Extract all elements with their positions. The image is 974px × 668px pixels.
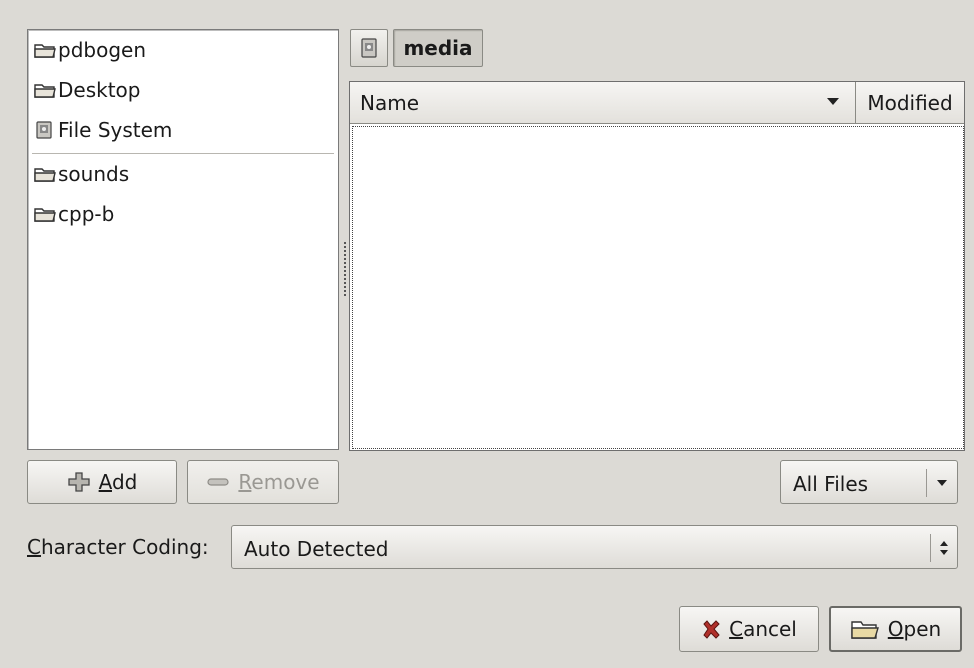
- drive-icon: [34, 121, 56, 139]
- chevron-down-icon: [937, 480, 947, 486]
- path-bar-button-media[interactable]: media: [393, 29, 483, 67]
- column-header-label: Modified: [867, 90, 953, 115]
- cancel-x-icon: [701, 619, 721, 639]
- file-filter-value: All Files: [793, 472, 869, 496]
- character-coding-label: Character Coding:: [27, 535, 209, 559]
- remove-bookmark-button[interactable]: Remove: [187, 460, 339, 504]
- plus-icon: [67, 471, 91, 493]
- place-item-desktop[interactable]: Desktop: [34, 72, 334, 108]
- places-separator: [32, 153, 334, 154]
- pane-resize-handle[interactable]: [341, 240, 349, 300]
- combo-separator: [930, 534, 931, 562]
- folder-icon: [34, 205, 56, 223]
- sort-descending-icon: [827, 98, 839, 105]
- add-bookmark-button[interactable]: Add: [27, 460, 177, 504]
- character-coding-value: Auto Detected: [244, 537, 389, 561]
- character-coding-select[interactable]: Auto Detected: [231, 525, 958, 569]
- folder-icon: [34, 81, 56, 99]
- places-sidebar: pdbogen Desktop File System sounds cpp-b: [27, 29, 339, 450]
- path-bar-toggle-button[interactable]: [350, 29, 388, 67]
- place-item-pdbogen[interactable]: pdbogen: [34, 32, 334, 68]
- place-label: cpp-b: [58, 202, 115, 226]
- file-filter-select[interactable]: All Files: [780, 460, 958, 504]
- cancel-button[interactable]: Cancel: [679, 606, 819, 652]
- folder-icon: [34, 165, 56, 183]
- column-header-modified[interactable]: Modified: [856, 82, 964, 124]
- cancel-button-label: Cancel: [729, 617, 797, 641]
- place-label: Desktop: [58, 78, 141, 102]
- place-item-cpp-b[interactable]: cpp-b: [34, 196, 334, 232]
- place-label: File System: [58, 118, 173, 142]
- place-label: pdbogen: [58, 38, 146, 62]
- up-down-arrows-icon: [939, 539, 949, 557]
- place-label: sounds: [58, 162, 130, 186]
- drive-icon: [361, 38, 377, 58]
- add-button-label: Add: [98, 470, 138, 494]
- folder-open-icon: [850, 618, 880, 640]
- open-button[interactable]: Open: [829, 606, 962, 652]
- remove-button-label: Remove: [238, 470, 320, 494]
- minus-icon: [206, 476, 230, 488]
- column-header-name[interactable]: Name: [350, 82, 856, 124]
- place-item-file-system[interactable]: File System: [34, 112, 334, 148]
- place-item-sounds[interactable]: sounds: [34, 156, 334, 192]
- file-list: Name Modified: [349, 81, 965, 451]
- combo-separator: [926, 469, 927, 497]
- folder-icon: [34, 41, 56, 59]
- column-header-label: Name: [360, 90, 420, 115]
- file-list-body[interactable]: [352, 126, 964, 449]
- open-button-label: Open: [887, 617, 942, 641]
